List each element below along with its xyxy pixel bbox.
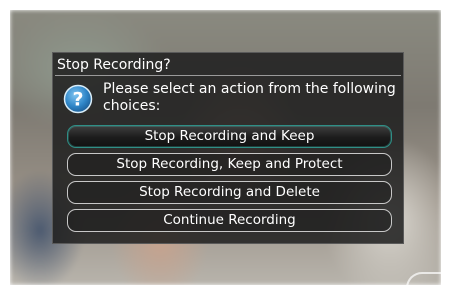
svg-text:?: ? xyxy=(72,89,83,111)
stop-recording-dialog: Stop Recording? ? Please select an actio… xyxy=(52,52,404,244)
continue-recording-button[interactable]: Continue Recording xyxy=(67,209,392,232)
question-icon: ? xyxy=(63,84,93,114)
stop-recording-and-delete-button[interactable]: Stop Recording and Delete xyxy=(67,181,392,204)
dialog-message: Please select an action from the followi… xyxy=(103,81,396,114)
dialog-title: Stop Recording? xyxy=(57,57,171,73)
frame-border-right xyxy=(441,0,449,293)
stop-recording-and-keep-button[interactable]: Stop Recording and Keep xyxy=(67,125,392,148)
title-divider xyxy=(55,75,401,76)
frame-border-left xyxy=(0,0,10,293)
stop-recording-keep-and-protect-button[interactable]: Stop Recording, Keep and Protect xyxy=(67,153,392,176)
frame-border-top xyxy=(0,0,449,10)
overlay-corner-decoration xyxy=(406,272,442,288)
frame-border-bottom xyxy=(0,285,449,293)
